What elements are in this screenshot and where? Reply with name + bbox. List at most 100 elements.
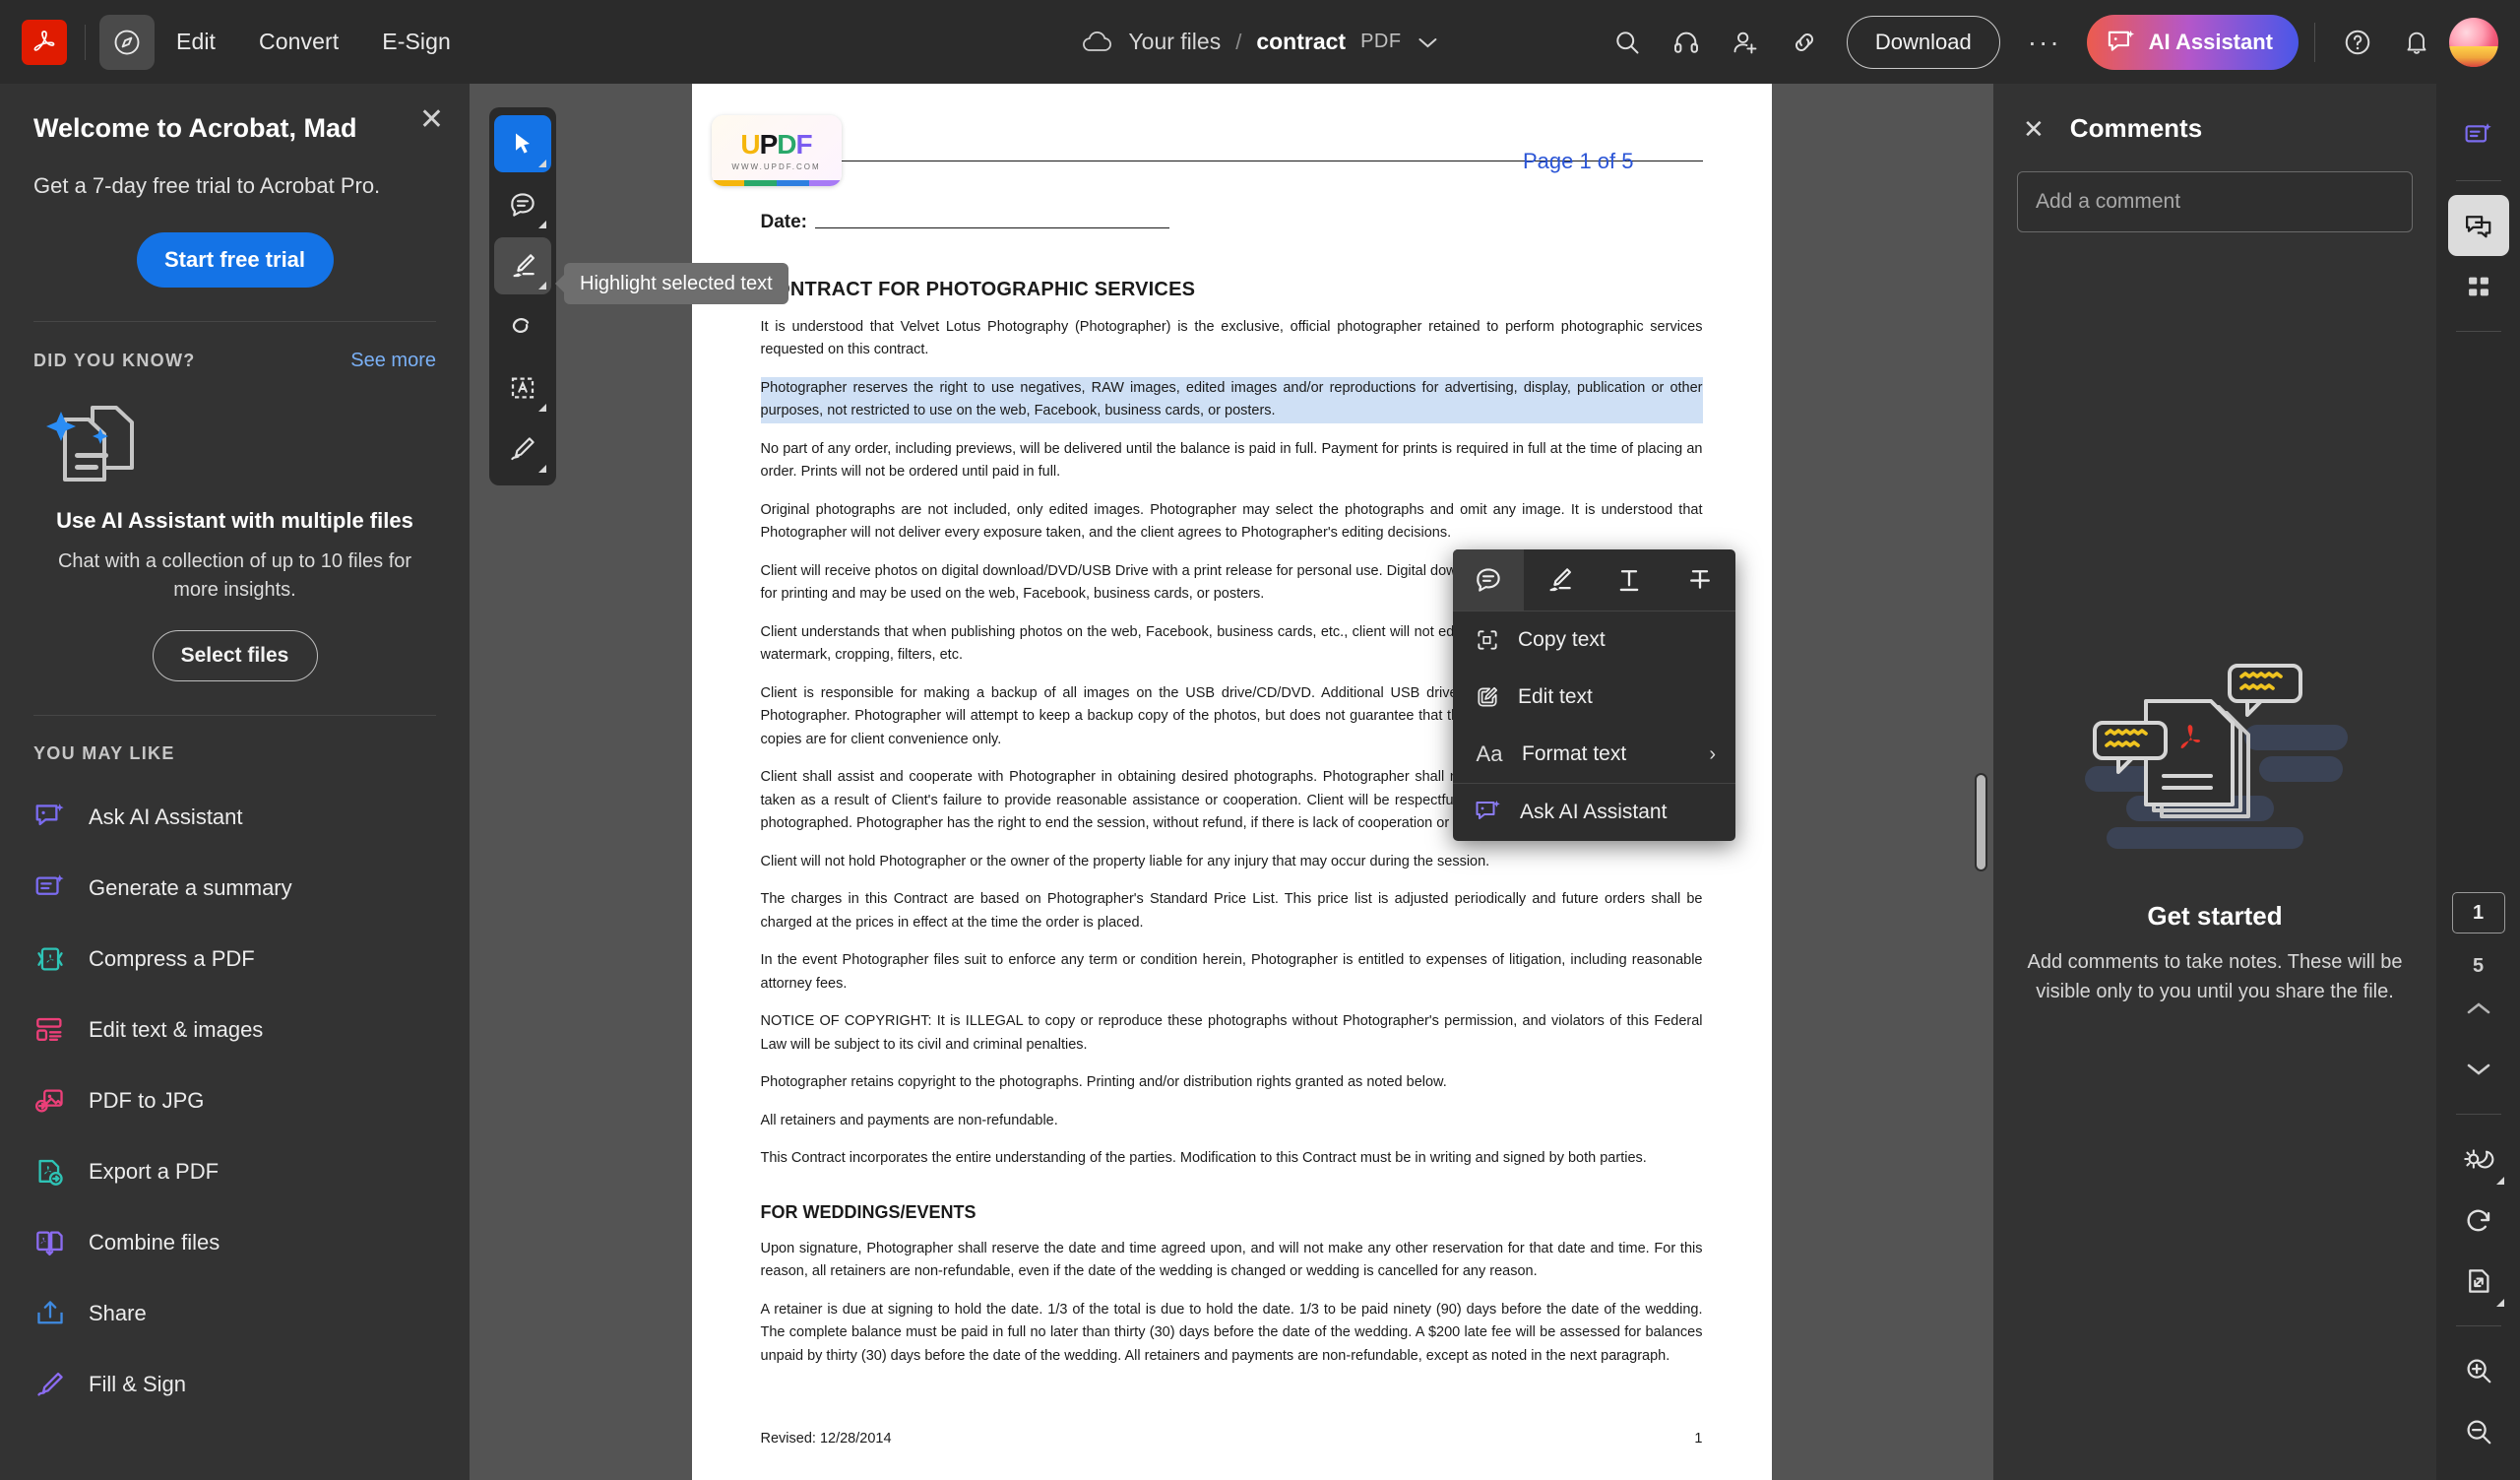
document-paragraph[interactable]: All retainers and payments are non-refun… [761, 1110, 1703, 1132]
sidebar-item-share[interactable]: Share [0, 1278, 470, 1349]
text-box-tool[interactable] [494, 359, 551, 417]
rail-divider-3 [2455, 1114, 2501, 1115]
breadcrumb-filename: contract [1256, 29, 1347, 54]
watermark-d: D [777, 128, 796, 160]
document-paragraph[interactable]: This Contract incorporates the entire un… [761, 1147, 1703, 1170]
comments-icon[interactable] [2447, 195, 2509, 256]
document-paragraph[interactable]: In the event Photographer files suit to … [761, 949, 1703, 996]
you-may-like-label: YOU MAY LIKE [33, 743, 175, 763]
sidebar-item-pdf-to-jpg[interactable]: PDF to JPG [0, 1065, 470, 1136]
sidebar-item-generate-a-summary[interactable]: Generate a summary [0, 853, 470, 924]
document-paragraph[interactable]: Original photographs are not included, o… [761, 499, 1703, 546]
user-avatar[interactable] [2449, 17, 2498, 67]
sidebar-item-export-a-pdf[interactable]: Export a PDF [0, 1136, 470, 1207]
sidebar-item-edit-text-images[interactable]: Edit text & images [0, 995, 470, 1065]
acrobat-logo-icon[interactable] [22, 19, 67, 65]
promo-title: Use AI Assistant with multiple files [56, 508, 413, 533]
help-circle-icon[interactable] [2331, 16, 2384, 69]
headphones-icon[interactable] [1660, 16, 1713, 69]
sidebar-item-label: Compress a PDF [89, 946, 255, 971]
context-format-text[interactable]: Aa Format text › [1453, 726, 1735, 783]
select-files-button[interactable]: Select files [152, 630, 318, 681]
document-paragraph[interactable]: A retainer is due at signing to hold the… [761, 1299, 1703, 1368]
page-number: 1 [1694, 1431, 1703, 1447]
document-paragraph[interactable]: The charges in this Contract are based o… [761, 888, 1703, 934]
day-night-icon[interactable] [2448, 1128, 2509, 1190]
select-tool[interactable] [494, 115, 551, 172]
search-icon[interactable] [1601, 16, 1654, 69]
add-person-icon[interactable] [1719, 16, 1772, 69]
zoom-in-icon[interactable] [2448, 1340, 2509, 1401]
document-paragraph[interactable]: Photographer retains copyright to the ph… [761, 1071, 1703, 1094]
compass-home-icon[interactable] [99, 14, 155, 70]
draw-tool[interactable] [494, 298, 551, 355]
sidebar-item-ask-ai-assistant[interactable]: Ask AI Assistant [0, 782, 470, 853]
context-copy-text[interactable]: Copy text [1453, 611, 1735, 669]
cloud-icon [1080, 30, 1113, 55]
acrobat-window: Edit Convert E-Sign Your files / contrac… [0, 0, 2520, 1480]
sidebar-item-fill-sign[interactable]: Fill & Sign [0, 1349, 470, 1420]
document-paragraph-selected[interactable]: Photographer reserves the right to use n… [760, 376, 1703, 423]
context-ask-ai-assistant[interactable]: Ask AI Assistant [1453, 784, 1735, 841]
fit-page-icon[interactable] [2448, 1251, 2509, 1312]
highlight-tool[interactable] [494, 237, 551, 294]
sidebar-item-compress-a-pdf[interactable]: Compress a PDF [0, 924, 470, 995]
comment-tool[interactable] [494, 176, 551, 233]
total-pages-label: 5 [2472, 955, 2485, 977]
vertical-scrollbar[interactable] [1975, 773, 1987, 871]
current-page-input[interactable]: 1 [2451, 892, 2505, 933]
nav-esign[interactable]: E-Sign [360, 15, 472, 70]
rail-divider-4 [2455, 1325, 2501, 1326]
chevron-down-icon[interactable] [1417, 34, 1440, 50]
ai-assistant-button[interactable]: AI Assistant [2086, 14, 2299, 70]
right-toolbar: 1 5 [2436, 84, 2520, 1480]
context-edit-text[interactable]: Edit text [1453, 669, 1735, 726]
edit-text-images-icon [33, 1015, 67, 1045]
document-paragraph[interactable]: No part of any order, including previews… [761, 438, 1703, 484]
updf-watermark: UPDF WWW.UPDF.COM [711, 115, 842, 186]
toolbar-divider [85, 24, 86, 60]
page-thumbnails-icon[interactable] [2448, 256, 2509, 317]
ai-chat-icon [2107, 29, 2136, 56]
ai-assistant-label: AI Assistant [2148, 29, 2273, 54]
nav-edit[interactable]: Edit [155, 15, 237, 70]
chevron-down-icon[interactable] [2448, 1039, 2509, 1100]
document-paragraph[interactable]: NOTICE OF COPYRIGHT: It is ILLEGAL to co… [761, 1010, 1703, 1057]
document-paragraph[interactable]: It is understood that Velvet Lotus Photo… [761, 316, 1703, 362]
context-highlight-tool[interactable] [1524, 549, 1595, 611]
pdf-to-jpg-icon [33, 1086, 67, 1116]
notification-bell-icon[interactable] [2390, 16, 2443, 69]
signature-tool[interactable] [494, 420, 551, 478]
ai-chat-icon [1475, 800, 1502, 825]
document-paragraph[interactable]: Client will not hold Photographer or the… [761, 851, 1703, 873]
context-add-comment-tool[interactable] [1453, 549, 1524, 611]
close-icon[interactable]: ✕ [419, 105, 444, 135]
annotation-toolbar [489, 107, 556, 485]
breadcrumb-root[interactable]: Your files [1128, 29, 1221, 55]
revised-date: Revised: 12/28/2014 [760, 1431, 892, 1447]
chevron-up-icon[interactable] [2448, 978, 2509, 1039]
comments-empty-state: Get started Add comments to take notes. … [1993, 173, 2436, 1480]
sidebar-item-combine-files[interactable]: Combine files [0, 1207, 470, 1278]
generate-summary-icon[interactable] [2448, 105, 2509, 166]
pdf-viewer: Client: UPDF WWW.UPDF.COM Page 1 of 5 [470, 84, 1993, 1480]
rotate-clockwise-icon[interactable] [2448, 1190, 2509, 1251]
link-icon[interactable] [1778, 16, 1831, 69]
document-paragraph[interactable]: Upon signature, Photographer shall reser… [761, 1238, 1703, 1284]
overflow-menu-button[interactable]: ··· [2016, 27, 2073, 58]
start-free-trial-button[interactable]: Start free trial [136, 232, 334, 288]
context-strikethrough-tool[interactable] [1665, 549, 1735, 611]
context-item-label: Ask AI Assistant [1520, 801, 1668, 823]
sidebar-item-label: Share [89, 1301, 147, 1325]
top-toolbar: Edit Convert E-Sign Your files / contrac… [0, 0, 2520, 84]
toolbar-divider-2 [2314, 22, 2315, 62]
close-icon[interactable]: ✕ [2023, 116, 2045, 142]
context-underline-tool[interactable] [1595, 549, 1666, 611]
zoom-out-icon[interactable] [2448, 1401, 2509, 1462]
chevron-right-icon: › [1709, 742, 1716, 765]
see-more-link[interactable]: See more [350, 350, 436, 372]
comments-illustration [2067, 648, 2362, 850]
watermark-f: F [795, 128, 813, 160]
nav-convert[interactable]: Convert [237, 15, 360, 70]
download-button[interactable]: Download [1846, 15, 2000, 69]
